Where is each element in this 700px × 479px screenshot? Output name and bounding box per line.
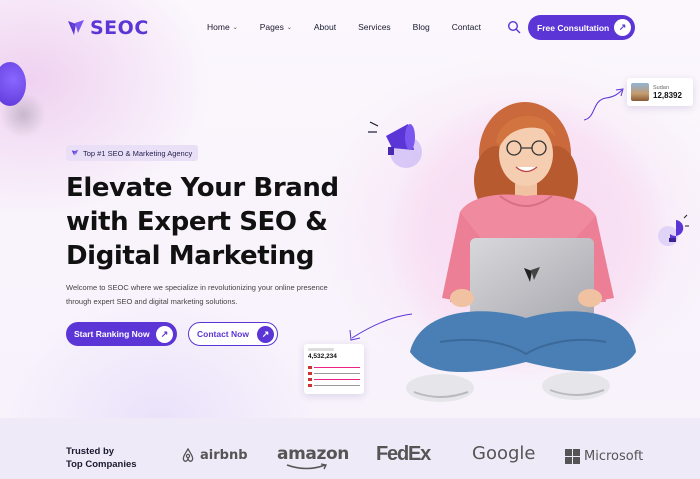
mini-card-row: [308, 366, 360, 369]
brand-name: Google: [472, 443, 536, 464]
trusted-label-line: Top Companies: [66, 459, 137, 470]
nav-label: Blog: [412, 22, 430, 32]
hero-headline: Elevate Your Brand with Expert SEO & Dig…: [66, 171, 366, 273]
nav-item-about[interactable]: About: [314, 22, 336, 32]
hero-description: Welcome to SEOC where we specialize in r…: [66, 283, 328, 306]
brand-airbnb: airbnb: [180, 447, 248, 463]
headline-line: with Expert SEO &: [66, 207, 328, 237]
airbnb-icon: [182, 447, 194, 462]
agency-badge: Top #1 SEO & Marketing Agency: [66, 145, 199, 161]
arrow-up-right-icon: ↗: [257, 326, 274, 343]
mini-card-row: [308, 372, 360, 375]
nav-item-blog[interactable]: Blog: [413, 22, 430, 32]
nav-label: Pages: [259, 22, 284, 32]
trusted-label: Trusted by Top Companies: [66, 445, 137, 471]
headline-line: Elevate Your Brand: [66, 173, 339, 203]
brand-name: Microsoft: [584, 449, 644, 464]
start-ranking-button[interactable]: Start Ranking Now ↗: [66, 322, 177, 346]
logo-icon: [68, 20, 84, 35]
lightbulb-icon: [658, 214, 689, 246]
location-stat-card: Sudan 12,8392: [627, 78, 693, 106]
nav-item-contact[interactable]: Contact: [452, 22, 481, 32]
nav-label: About: [313, 22, 337, 32]
mini-card-row: [308, 384, 360, 387]
nav-item-home[interactable]: Home ⌄: [207, 22, 238, 32]
main-nav: Home ⌄ Pages ⌄ About Services Blog Conta…: [207, 22, 503, 32]
brand-fedex: FedEx: [376, 443, 431, 466]
chevron-down-icon: ⌄: [232, 24, 238, 31]
mini-card-value: 4,532,234: [308, 353, 337, 360]
free-consultation-button[interactable]: Free Consultation ↗: [528, 15, 635, 40]
button-label: Free Consultation: [537, 22, 610, 33]
trusted-label-line: Trusted by: [66, 446, 115, 457]
arrow-up-right-icon: ↗: [614, 19, 631, 36]
microsoft-icon: [565, 449, 580, 464]
brand-name: amazon: [277, 444, 349, 464]
brand-microsoft: Microsoft: [565, 449, 643, 464]
logo-text: SEOC: [90, 17, 149, 39]
search-icon[interactable]: [507, 20, 521, 34]
mini-card-row: [308, 378, 360, 381]
page: SEOC Home ⌄ Pages ⌄ About Services Blog …: [0, 0, 700, 479]
brand-name: FedEx: [376, 443, 431, 465]
stat-value: 12,8392: [653, 90, 682, 100]
brand-google: Google: [472, 443, 535, 464]
logo-icon: [71, 149, 79, 156]
nav-item-pages[interactable]: Pages ⌄: [260, 22, 292, 32]
nav-label: Home: [207, 22, 230, 32]
button-label: Start Ranking Now: [74, 329, 150, 339]
arrow-up-right-icon: ↗: [156, 326, 173, 343]
hero-person-illustration: [406, 102, 636, 402]
logo[interactable]: SEOC: [66, 17, 149, 39]
chevron-down-icon: ⌄: [286, 24, 292, 31]
location-thumbnail: [631, 83, 649, 101]
report-mini-card: 4,532,234: [304, 344, 364, 394]
amazon-smile-icon: [286, 463, 328, 470]
nav-label: Contact: [451, 22, 481, 32]
headline-line: Digital Marketing: [66, 241, 315, 271]
brand-name: airbnb: [200, 447, 248, 463]
button-label: Contact Now: [197, 329, 249, 339]
mini-card-title-placeholder: [308, 348, 334, 351]
nav-item-services[interactable]: Services: [358, 22, 391, 32]
brand-amazon: amazon: [277, 444, 349, 464]
contact-now-button[interactable]: Contact Now ↗: [188, 322, 278, 346]
badge-text: Top #1 SEO & Marketing Agency: [83, 148, 193, 158]
nav-label: Services: [358, 22, 391, 32]
